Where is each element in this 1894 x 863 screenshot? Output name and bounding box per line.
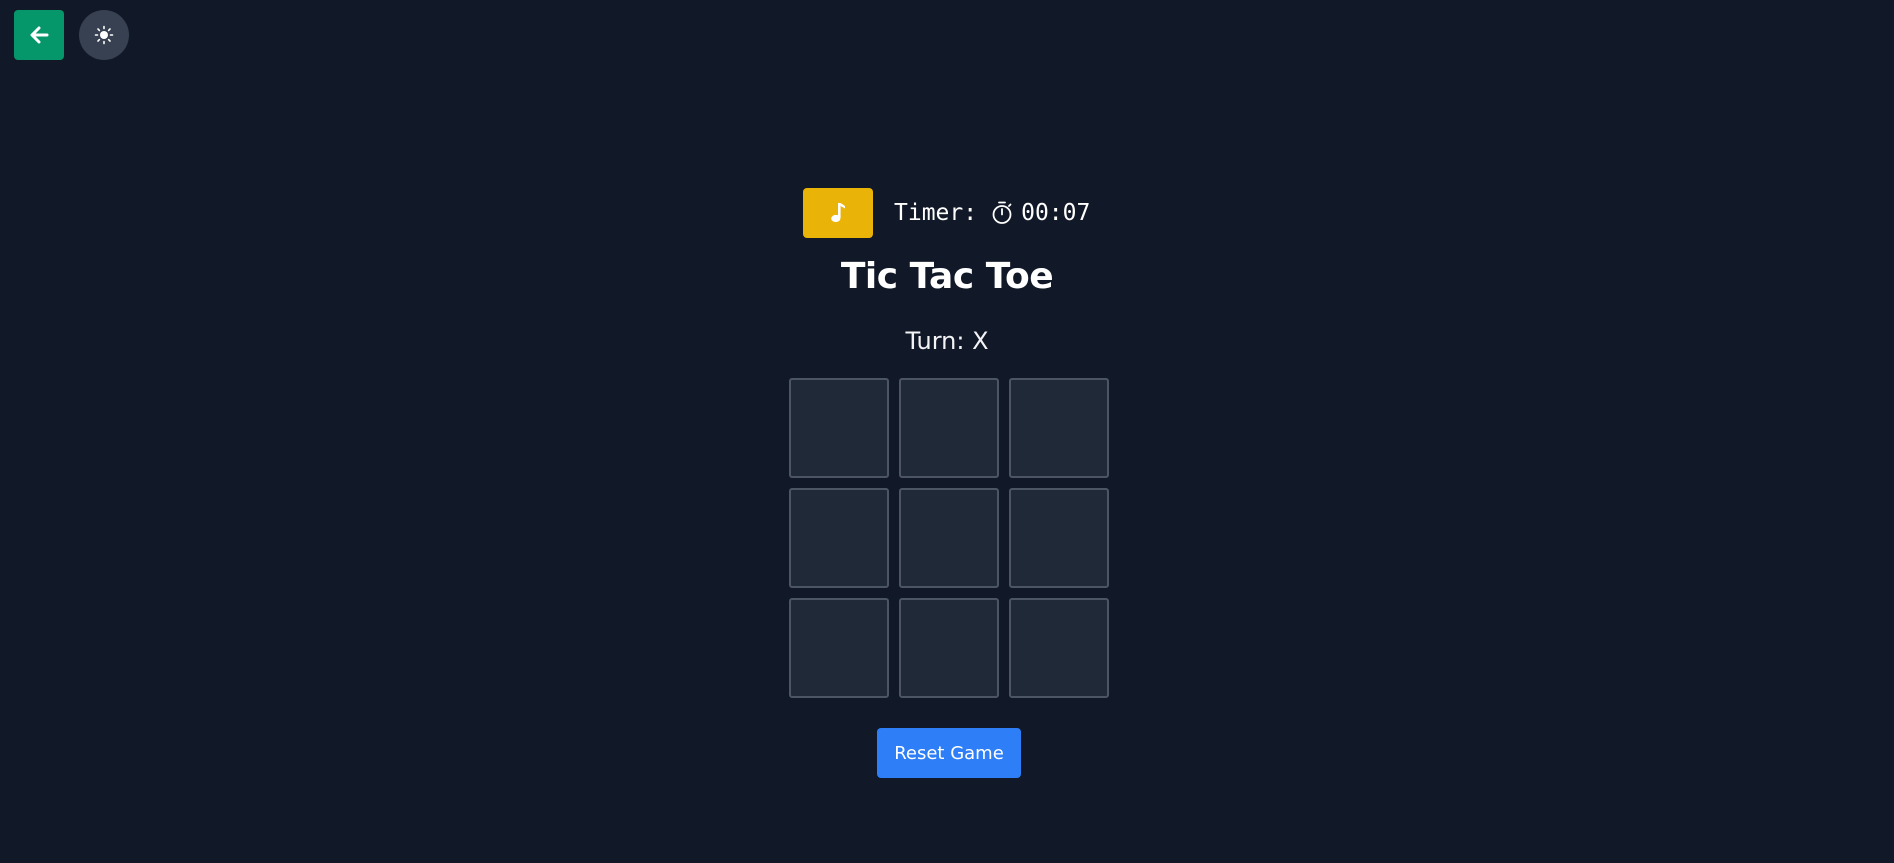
board-cell-7[interactable] xyxy=(789,598,889,698)
board-cell-4[interactable] xyxy=(789,488,889,588)
board-cell-6[interactable] xyxy=(1009,488,1109,588)
game-title: Tic Tac Toe xyxy=(840,256,1054,297)
timer-value: 00:07 xyxy=(1021,200,1091,226)
game-container: Timer: 00:07 Tic Tac Toe Turn: X Reset G… xyxy=(0,0,1894,863)
turn-indicator: Turn: X xyxy=(905,327,989,355)
stopwatch-icon xyxy=(991,201,1013,225)
board-cell-1[interactable] xyxy=(789,378,889,478)
board-cell-8[interactable] xyxy=(899,598,999,698)
music-toggle-button[interactable] xyxy=(803,188,873,238)
timer-label: Timer: xyxy=(894,200,978,226)
game-board xyxy=(789,378,1110,698)
music-note-icon xyxy=(829,201,847,225)
board-cell-2[interactable] xyxy=(899,378,999,478)
game-header-row: Timer: 00:07 xyxy=(803,188,1090,238)
reset-game-button[interactable]: Reset Game xyxy=(877,728,1021,778)
timer: Timer: 00:07 xyxy=(894,200,1090,226)
board-cell-5[interactable] xyxy=(899,488,999,588)
board-cell-9[interactable] xyxy=(1009,598,1109,698)
board-cell-3[interactable] xyxy=(1009,378,1109,478)
